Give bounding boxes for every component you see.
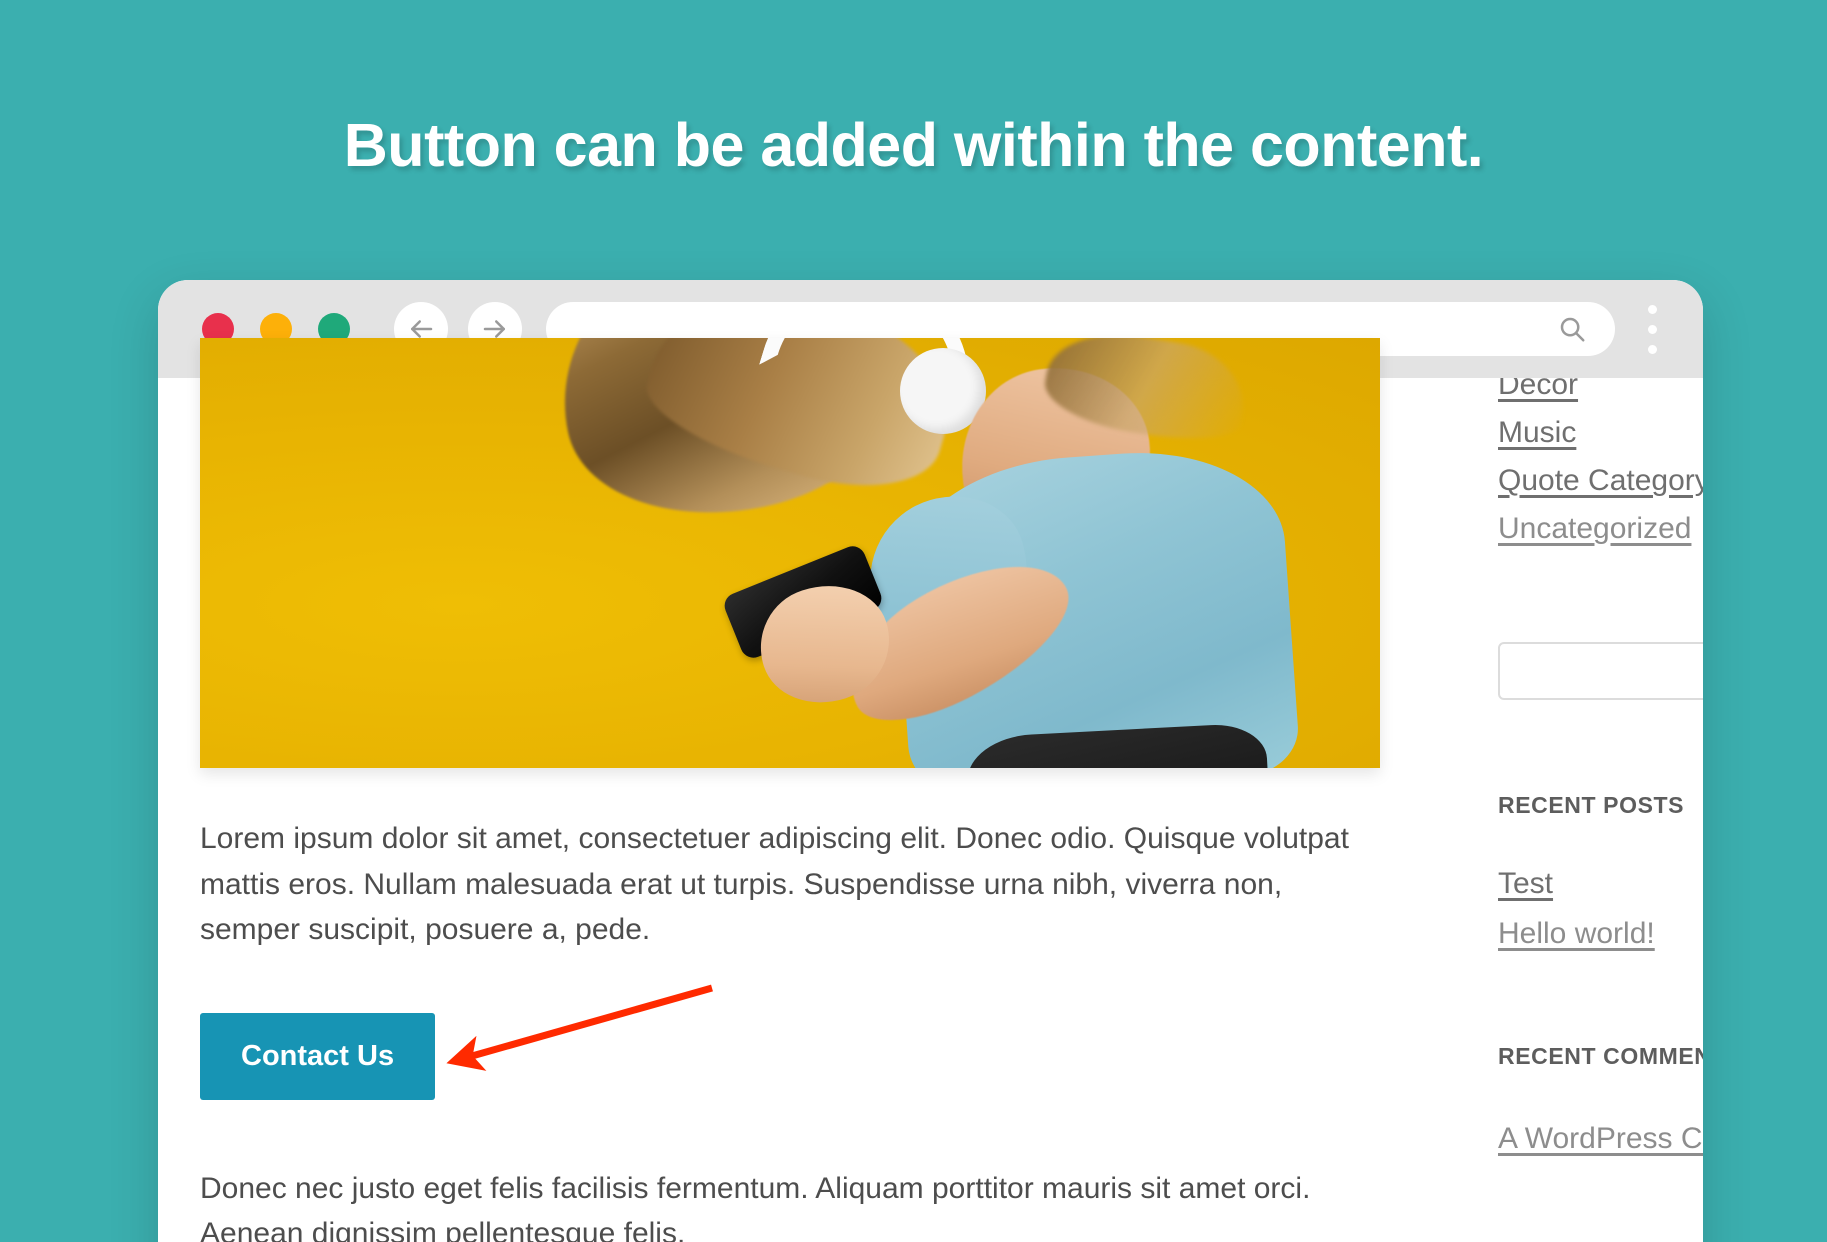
recent-comment-link-wordpress-commenter[interactable]: A WordPress Commenter [1498, 1122, 1703, 1156]
browser-menu-button[interactable] [1629, 302, 1675, 356]
post-paragraph-2: Donec nec justo eget felis facilisis fer… [200, 1171, 1311, 1242]
post-featured-image [200, 338, 1380, 768]
sidebar: Decor Music Quote Category Uncategorized… [1380, 378, 1703, 1242]
list-item: Quote Category [1498, 464, 1703, 498]
sidebar-link-uncategorized[interactable]: Uncategorized [1498, 512, 1691, 546]
kebab-dot [1647, 344, 1657, 354]
recent-comments-heading: RECENT COMMENTS [1498, 1043, 1703, 1069]
list-item: Test [1498, 867, 1703, 901]
list-item: Uncategorized [1498, 512, 1703, 546]
recent-posts-heading: RECENT POSTS [1498, 792, 1685, 818]
post-paragraph-1: Lorem ipsum dolor sit amet, consectetuer… [200, 822, 1349, 947]
sidebar-link-quote-category[interactable]: Quote Category [1498, 464, 1703, 498]
list-item: Hello world! [1498, 917, 1703, 951]
sidebar-link-music[interactable]: Music [1498, 416, 1576, 450]
contact-us-button[interactable]: Contact Us [200, 1012, 436, 1100]
page-title: Button can be added within the content. [343, 111, 1484, 179]
recent-posts-list: Test Hello world! [1498, 867, 1703, 951]
list-item: Music [1498, 416, 1703, 450]
photo-figure [200, 338, 1380, 768]
page-viewport: Lorem ipsum dolor sit amet, consectetuer… [158, 338, 1703, 1242]
sidebar-search-input[interactable] [1498, 642, 1703, 700]
kebab-dot [1647, 304, 1657, 314]
search-icon[interactable] [1557, 314, 1587, 344]
browser-window-mockup: Lorem ipsum dolor sit amet, consectetuer… [158, 280, 1703, 1242]
sidebar-link-decor[interactable]: Decor [1498, 378, 1578, 402]
recent-post-link-test[interactable]: Test [1498, 867, 1553, 901]
kebab-dot [1647, 324, 1657, 334]
recent-post-link-hello-world[interactable]: Hello world! [1498, 917, 1655, 951]
post-content-column: Lorem ipsum dolor sit amet, consectetuer… [200, 338, 1380, 1242]
list-item: Decor [1498, 378, 1703, 402]
category-list: Decor Music Quote Category Uncategorized [1498, 378, 1703, 546]
